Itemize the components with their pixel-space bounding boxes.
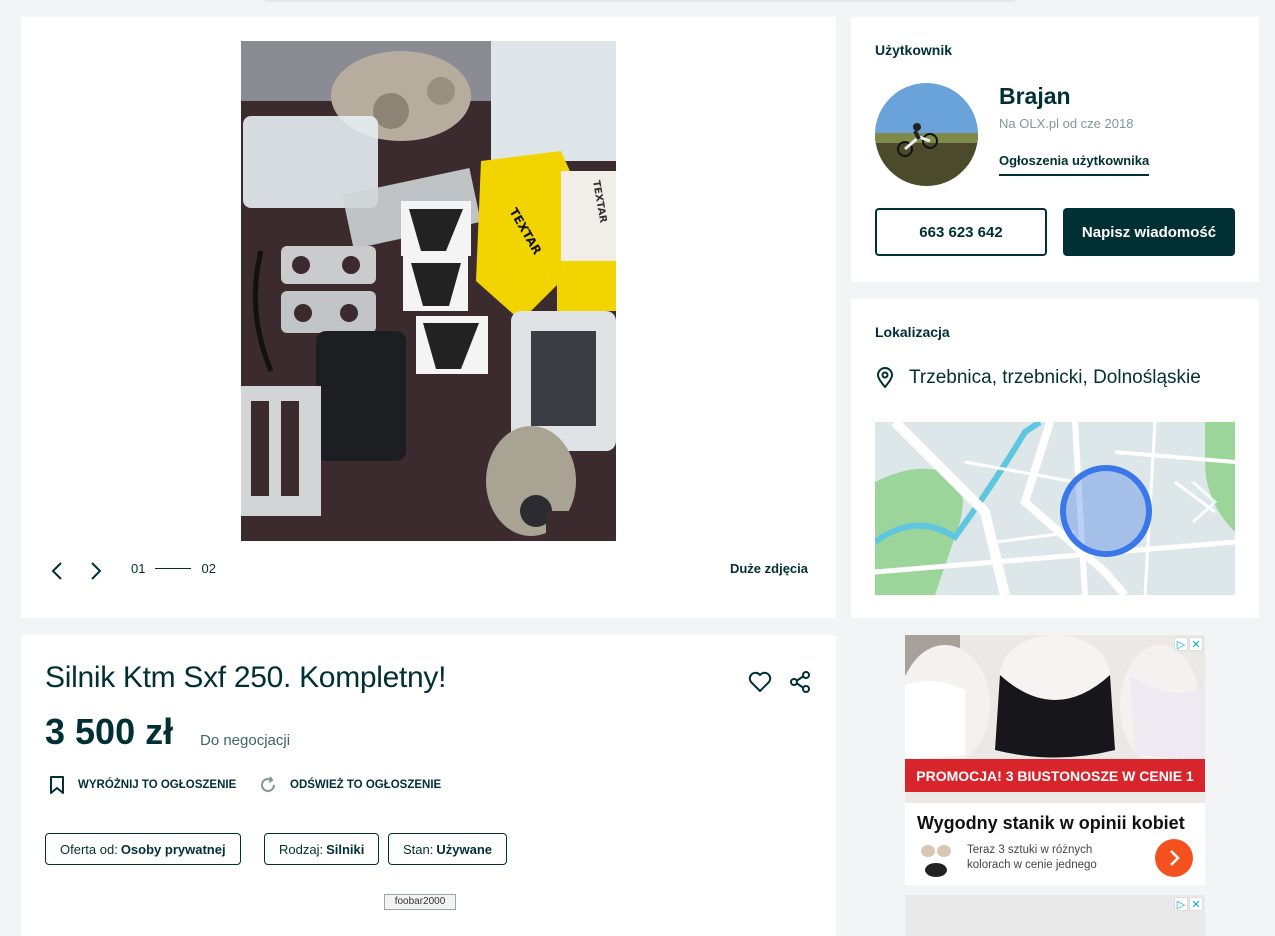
previous-photo-button[interactable]: [44, 558, 70, 584]
share-icon: [790, 671, 810, 693]
ad2-choices-icon[interactable]: ▷: [1174, 897, 1188, 911]
refresh-listing-label: Odśwież to ogłoszenie: [290, 779, 442, 791]
location-section-title: Lokalizacja: [875, 324, 950, 340]
location-row: Trzebnica, trzebnicki, Dolnośląskie: [875, 367, 1201, 389]
favorite-button[interactable]: [746, 668, 774, 696]
big-photos-link[interactable]: Duże zdjęcia: [730, 561, 808, 576]
tag-offer-from[interactable]: Oferta od: Osoby prywatnej: [45, 833, 241, 865]
tag-type[interactable]: Rodzaj: Silniki: [264, 833, 380, 865]
photo-counter: 01 02: [131, 561, 216, 576]
user-since: Na OLX.pl od cze 2018: [999, 116, 1134, 131]
ad-next-button[interactable]: [1155, 839, 1193, 877]
message-button[interactable]: Napisz wiadomość: [1063, 208, 1235, 256]
user-section-title: Użytkownik: [875, 42, 953, 58]
foobar2000-overlay[interactable]: foobar2000: [384, 894, 456, 910]
photo-counter-total: 02: [201, 561, 216, 576]
listing-price: 3 500 zł: [45, 711, 174, 752]
user-card: Użytkownik Brajan Na OLX.pl od cze 2018 …: [851, 17, 1259, 282]
user-name: Brajan: [999, 83, 1071, 109]
tag-condition[interactable]: Stan: Używane: [388, 833, 507, 865]
refresh-listing-button[interactable]: Odśwież to ogłoszenie: [258, 775, 441, 795]
refresh-icon: [261, 776, 275, 792]
tag-type-value: Silniki: [326, 841, 365, 857]
feature-listing-label: Wyróżnij to ogłoszenie: [78, 779, 237, 791]
chevron-right-icon: [91, 562, 102, 580]
tag-offer-from-value: Osoby prywatnej: [120, 841, 226, 857]
location-place: Trzebnica, trzebnicki, Dolnośląskie: [909, 367, 1201, 388]
user-ads-link[interactable]: Ogłoszenia użytkownika: [999, 153, 1150, 176]
ad-close-icon[interactable]: ✕: [1189, 637, 1203, 651]
bookmark-icon: [50, 776, 64, 794]
location-pin-icon: [876, 367, 894, 389]
tag-type-key: Rodzaj:: [279, 841, 324, 857]
ad-choices-icon[interactable]: ▷: [1174, 637, 1188, 651]
share-button[interactable]: [786, 668, 814, 696]
ad-thumbnail-icon: [921, 845, 951, 877]
advertisement[interactable]: PROMOCJA! 3 BIUSTONOSZE W CENIE 1 ▷ ✕ Wy…: [905, 635, 1205, 885]
ad2-close-icon[interactable]: ✕: [1189, 897, 1203, 911]
ad-banner: PROMOCJA! 3 BIUSTONOSZE W CENIE 1: [905, 759, 1205, 792]
ad2-choices[interactable]: ▷ ✕: [1174, 897, 1203, 911]
second-advertisement[interactable]: ▷ ✕: [905, 895, 1205, 936]
ad-image: PROMOCJA! 3 BIUSTONOSZE W CENIE 1: [905, 635, 1205, 803]
chevron-right-icon: [1170, 850, 1180, 866]
chevron-left-icon: [51, 562, 62, 580]
photo-counter-divider: [155, 568, 192, 569]
listing-details: Silnik Ktm Sxf 250. Kompletny! 3 500 zł …: [21, 635, 836, 936]
top-divider: [265, 0, 1015, 2]
location-map[interactable]: [875, 422, 1235, 595]
tag-condition-value: Używane: [436, 841, 492, 857]
photo-gallery: TEXTAR TEXTAR 01 02 Duże zdjęcia: [21, 17, 836, 618]
avatar[interactable]: [875, 83, 978, 186]
negotiable-label: Do negocjacji: [200, 732, 291, 749]
tag-condition-key: Stan:: [403, 841, 434, 857]
ad-description: Teraz 3 sztuki w różnych kolorach w ceni…: [967, 844, 1097, 871]
photo-counter-current: 01: [131, 561, 146, 576]
tag-offer-from-key: Oferta od:: [60, 841, 118, 857]
ad-title: Wygodny stanik w opinii kobiet: [917, 813, 1185, 833]
listing-title: Silnik Ktm Sxf 250. Kompletny!: [45, 661, 447, 694]
location-card: Lokalizacja Trzebnica, trzebnicki, Dolno…: [851, 299, 1259, 618]
ad-choices[interactable]: ▷ ✕: [1174, 637, 1203, 651]
heart-icon: [748, 671, 772, 692]
next-photo-button[interactable]: [83, 558, 109, 584]
phone-button[interactable]: 663 623 642: [875, 208, 1047, 256]
listing-photo[interactable]: TEXTAR TEXTAR: [241, 41, 616, 541]
feature-listing-button[interactable]: Wyróżnij to ogłoszenie: [48, 775, 236, 795]
